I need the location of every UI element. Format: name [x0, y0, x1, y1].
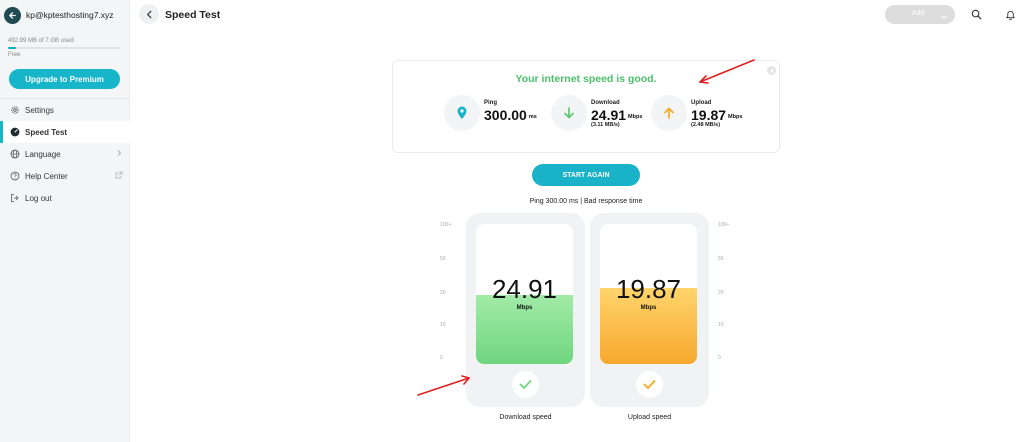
- scale-tick: 100+: [718, 222, 730, 228]
- sidebar-item-settings[interactable]: Settings: [0, 99, 130, 121]
- sidebar-item-label: Log out: [25, 193, 52, 203]
- upgrade-button[interactable]: Upgrade to Premium: [9, 69, 120, 89]
- sidebar-item-speed-test[interactable]: Speed Test: [0, 121, 130, 143]
- app-root: kp@kptesthosting7.xyz 492.99 MB of 7 GB …: [0, 0, 1024, 442]
- sidebar-item-language[interactable]: Language: [0, 143, 130, 165]
- help-circle-icon: [10, 171, 20, 181]
- upload-gauge-caption: Upload speed: [627, 414, 672, 421]
- account-header[interactable]: kp@kptesthosting7.xyz: [4, 5, 114, 25]
- plan-label: Free: [8, 52, 21, 58]
- scale-right: 100+ 50 20 10 0: [718, 222, 738, 368]
- upload-value: 19.87 Mbps: [691, 107, 742, 123]
- upload-gauge-panel: 19.87 Mbps: [600, 224, 697, 364]
- download-number: 24.91: [591, 107, 627, 123]
- account-email: kp@kptesthosting7.xyz: [26, 10, 114, 20]
- download-unit: Mbps: [628, 114, 643, 120]
- scale-tick: 50: [718, 256, 724, 262]
- check-icon: [636, 371, 663, 398]
- scale-tick: 20: [440, 290, 446, 296]
- sidebar-item-label: Help Center: [25, 171, 68, 181]
- search-icon[interactable]: [966, 4, 986, 24]
- start-again-button[interactable]: START AGAIN: [532, 164, 640, 186]
- external-link-icon: [115, 171, 123, 181]
- sidebar-item-label: Speed Test: [25, 127, 68, 137]
- upload-gauge-value: 19.87: [615, 274, 682, 304]
- chevron-down-icon: [939, 9, 949, 27]
- upload-gauge-card: 19.87 Mbps: [590, 213, 709, 407]
- scale-tick: 0: [440, 355, 443, 361]
- ping-unit: ms: [528, 114, 537, 120]
- speedometer-icon: [10, 127, 20, 137]
- sidebar-item-label: Language: [25, 149, 61, 159]
- sidebar-item-help-center[interactable]: Help Center: [0, 165, 130, 187]
- speed-result-card: Your internet speed is good. Ping 300.00…: [392, 60, 780, 153]
- scale-tick: 0: [718, 355, 721, 361]
- storage-progress-fill: [8, 47, 16, 49]
- bell-icon[interactable]: [1000, 4, 1020, 24]
- upload-mbs: (2.48 MB/s): [691, 122, 721, 128]
- upload-gauge-unit: Mbps: [640, 305, 657, 311]
- annotation-arrow-icon: [417, 375, 470, 396]
- back-button[interactable]: [139, 4, 159, 24]
- scale-left: 100+ 50 20 10 0: [440, 222, 460, 368]
- download-gauge-unit: Mbps: [516, 305, 533, 311]
- download-value: 24.91 Mbps: [591, 107, 642, 123]
- sidebar-nav: Settings Speed Test Language Help Center…: [0, 99, 130, 209]
- upload-unit: Mbps: [728, 114, 743, 120]
- chevron-left-icon: [146, 10, 151, 18]
- arrow-down-icon: [551, 95, 587, 131]
- upload-number: 19.87: [691, 107, 727, 123]
- gear-icon: [10, 105, 20, 115]
- ping-value: 300.00 ms: [484, 107, 537, 123]
- speed-verdict-headline: Your internet speed is good.: [515, 73, 657, 85]
- back-arrow-icon[interactable]: [4, 6, 21, 24]
- globe-icon: [10, 149, 20, 159]
- location-pin-icon: [444, 95, 480, 131]
- arrow-up-icon: [651, 95, 687, 131]
- chevron-right-icon: [115, 149, 123, 159]
- scale-tick: 10: [440, 322, 446, 328]
- download-gauge-caption: Download speed: [499, 414, 552, 421]
- download-mbs: (3.11 MB/s): [591, 122, 620, 128]
- add-button[interactable]: Add: [885, 5, 955, 24]
- check-icon: [512, 371, 539, 398]
- upload-label: Upload: [691, 100, 712, 106]
- storage-progress-bar: [8, 47, 120, 49]
- ping-status-text: Ping 300.00 ms | Bad response time: [529, 198, 643, 205]
- download-gauge-panel: 24.91 Mbps: [476, 224, 573, 364]
- download-label: Download: [591, 100, 620, 106]
- scale-tick: 50: [440, 256, 446, 262]
- download-gauge-value: 24.91: [491, 274, 558, 304]
- logout-icon: [10, 193, 20, 203]
- storage-usage-text: 492.99 MB of 7 GB used: [8, 38, 74, 44]
- ping-number: 300.00: [484, 107, 527, 123]
- scale-tick: 20: [718, 290, 724, 296]
- add-button-label: Add: [912, 10, 925, 17]
- page-title: Speed Test: [165, 9, 221, 21]
- download-gauge-card: 24.91 Mbps: [466, 213, 585, 407]
- ping-label: Ping: [484, 100, 497, 106]
- sidebar-item-log-out[interactable]: Log out: [0, 187, 130, 209]
- scale-tick: 10: [718, 322, 724, 328]
- scale-tick: 100+: [440, 222, 452, 228]
- sidebar: kp@kptesthosting7.xyz 492.99 MB of 7 GB …: [0, 0, 130, 442]
- sidebar-item-label: Settings: [25, 105, 54, 115]
